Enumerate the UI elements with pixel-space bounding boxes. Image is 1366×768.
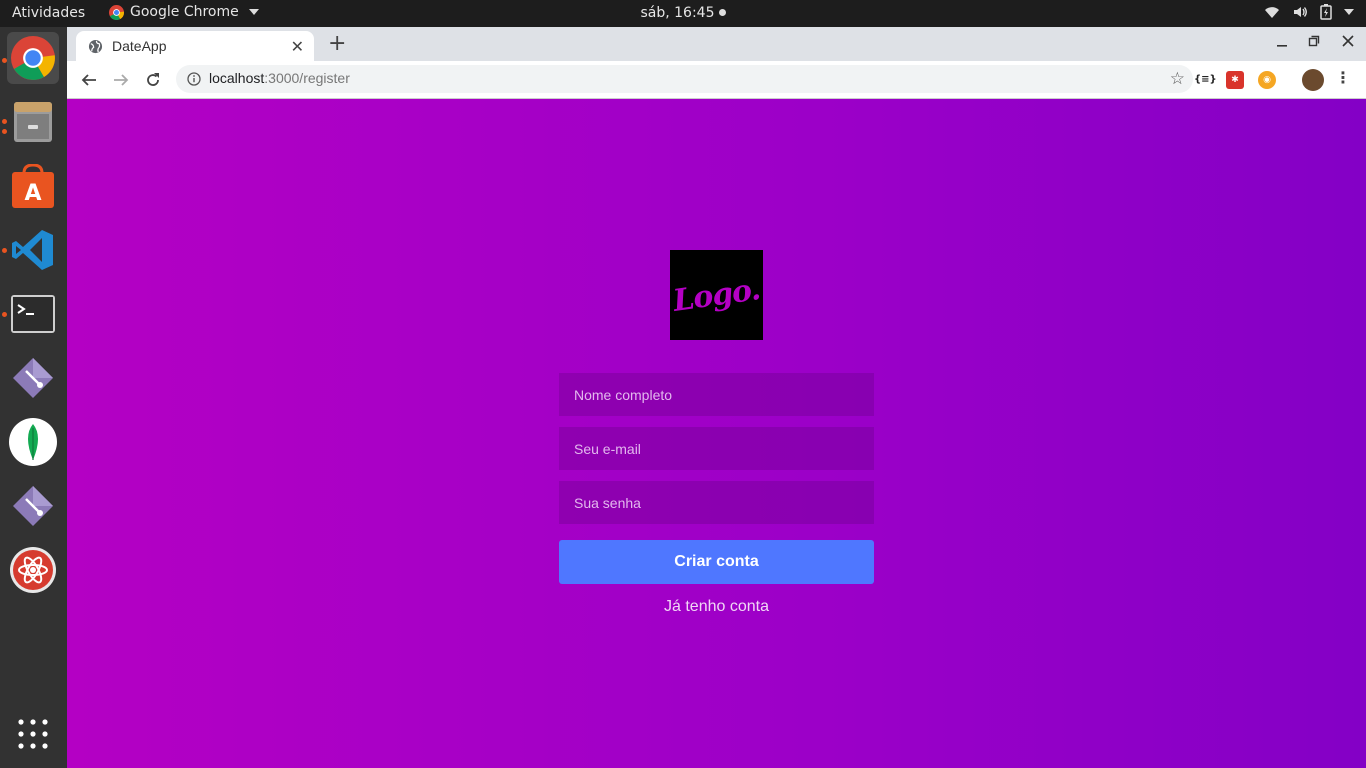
menu-dots-icon[interactable]: ⋮ (1335, 69, 1351, 87)
dock-git-app-icon[interactable] (7, 480, 59, 532)
register-page: Logo. Criar conta Já tenho conta (67, 99, 1366, 768)
dock: A (0, 27, 67, 768)
url-path: :3000/register (264, 70, 350, 86)
dock-mongodb-icon[interactable] (7, 416, 59, 468)
app-menu[interactable]: Google Chrome (109, 4, 259, 20)
profile-avatar[interactable] (1302, 69, 1324, 91)
svg-text:A: A (24, 181, 41, 206)
extension-orange-icon[interactable]: ◉ (1258, 71, 1276, 89)
show-apps-grid-icon[interactable] (7, 708, 59, 760)
login-link[interactable]: Já tenho conta (559, 598, 874, 616)
app-logo: Logo. (670, 250, 763, 340)
volume-icon (1294, 7, 1307, 17)
close-window-icon[interactable] (1342, 35, 1354, 51)
app-menu-label: Google Chrome (130, 4, 239, 20)
forward-arrow-icon[interactable] (111, 70, 131, 90)
browser-tab[interactable]: DateApp ✕ (76, 31, 314, 61)
dock-files-icon[interactable] (7, 96, 59, 148)
logo-text: Logo. (670, 271, 763, 319)
create-account-button[interactable]: Criar conta (559, 540, 874, 584)
url-host: localhost (209, 70, 265, 86)
new-tab-button[interactable]: + (328, 33, 346, 55)
battery-icon (1320, 4, 1332, 20)
wifi-icon (1265, 7, 1279, 18)
chrome-small-icon (109, 4, 124, 20)
tab-title: DateApp (112, 38, 167, 54)
tab-strip: DateApp ✕ + (67, 27, 1366, 61)
email-field[interactable] (559, 427, 874, 470)
system-top-bar: Atividades Google Chrome sáb, 16:45 (0, 0, 1366, 27)
browser-toolbar: localhost:3000/register ☆ {≡} ✱ ◉ ⋮ (67, 61, 1366, 99)
address-bar[interactable]: localhost:3000/register ☆ (176, 65, 1193, 93)
system-menu-caret-icon (1344, 9, 1354, 15)
dock-vscode-icon[interactable] (7, 224, 59, 276)
back-arrow-icon[interactable] (79, 70, 99, 90)
dock-atom-icon[interactable] (7, 544, 59, 596)
dock-terminal-icon[interactable] (7, 288, 59, 340)
system-tray[interactable] (1264, 4, 1354, 20)
bookmark-star-icon[interactable]: ☆ (1170, 69, 1185, 89)
name-field[interactable] (559, 373, 874, 416)
minimize-icon[interactable] (1276, 35, 1288, 51)
clock-label[interactable]: sáb, 16:45 (640, 5, 714, 21)
notification-dot-icon (718, 9, 726, 16)
tab-close-icon[interactable]: ✕ (291, 37, 304, 56)
dock-software-center-icon[interactable]: A (7, 160, 59, 212)
extension-red-icon[interactable]: ✱ (1226, 71, 1244, 89)
url-text: localhost:3000/register (209, 70, 350, 86)
dock-chrome-icon[interactable] (7, 32, 59, 84)
activities-button[interactable]: Atividades (12, 5, 85, 21)
chevron-down-icon (248, 9, 259, 15)
browser-window: DateApp ✕ + localhost:3000/register ☆ {≡… (67, 27, 1366, 99)
globe-icon (88, 39, 103, 53)
restore-icon[interactable] (1308, 35, 1320, 51)
password-field[interactable] (559, 481, 874, 524)
dock-git-app-icon[interactable] (7, 352, 59, 404)
extension-json-icon[interactable]: {≡} (1194, 71, 1217, 89)
info-icon[interactable] (187, 72, 201, 86)
reload-icon[interactable] (143, 70, 163, 90)
